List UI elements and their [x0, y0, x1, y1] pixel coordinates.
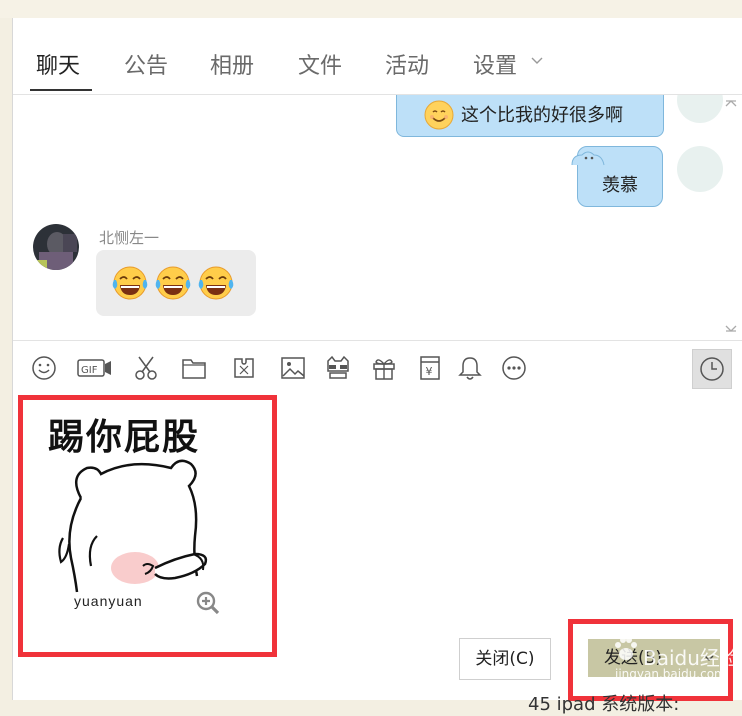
history-button[interactable] — [692, 349, 732, 389]
sticker-image[interactable]: 踢你屁股 yuanyuan — [23, 400, 272, 652]
laugh-cry-emoji-icon — [112, 266, 234, 300]
background-window-strip — [0, 0, 742, 18]
message-list: 这个比我的好很多啊 羡慕 北恻左一 — [13, 95, 742, 340]
bear-sticker-icon — [58, 459, 208, 593]
message-input-area[interactable]: 踢你屁股 yuanyuan 关闭(C) 发送(S) Baidu经验 jingya… — [13, 394, 742, 701]
close-button[interactable]: 关闭(C) — [459, 638, 551, 680]
cat-icon[interactable] — [325, 355, 351, 381]
avatar[interactable] — [33, 224, 79, 270]
sticker-highlight-box: 踢你屁股 yuanyuan — [18, 395, 277, 657]
tab-bar: 聊天 公告 相册 文件 活动 设置 — [13, 18, 742, 95]
watermark-url: jingyan.baidu.com — [615, 667, 726, 681]
scroll-up-icon[interactable] — [724, 97, 738, 111]
tab-settings[interactable]: 设置 — [473, 48, 517, 80]
gift-icon[interactable] — [371, 355, 397, 381]
scroll-down-icon[interactable] — [724, 321, 738, 335]
message-text: 羡慕 — [602, 175, 638, 196]
active-tab-indicator — [30, 89, 92, 91]
svg-text:GIF: GIF — [81, 365, 98, 376]
puzzle-icon[interactable] — [231, 355, 257, 381]
baidu-paw-icon — [615, 637, 637, 660]
zoom-in-icon[interactable] — [195, 590, 221, 616]
message-bubble-outgoing: 这个比我的好很多啊 — [396, 95, 664, 137]
tab-activity[interactable]: 活动 — [385, 48, 429, 80]
sticker-caption: yuanyuan — [74, 593, 143, 609]
gif-icon[interactable]: GIF — [77, 355, 113, 381]
svg-text:¥: ¥ — [426, 365, 433, 378]
smile-emoji-icon — [424, 100, 454, 130]
more-icon[interactable] — [501, 355, 527, 381]
tab-album[interactable]: 相册 — [210, 48, 254, 80]
image-icon[interactable] — [280, 355, 306, 381]
message-bubble-incoming — [96, 250, 256, 316]
scissors-icon[interactable] — [133, 355, 159, 381]
sender-name: 北恻左一 — [99, 229, 160, 247]
money-icon[interactable]: ¥ — [417, 355, 443, 381]
background-text: 45 ipad 系统版本: — [528, 694, 680, 715]
chevron-down-icon[interactable] — [531, 54, 543, 66]
group-chat-window: 聊天 公告 相册 文件 活动 设置 这个比我的好很多啊 羡慕 北恻左一 GIF … — [12, 18, 742, 701]
bubble-ear-icon — [571, 151, 605, 166]
folder-icon[interactable] — [181, 355, 207, 381]
avatar[interactable] — [677, 95, 723, 123]
tab-files[interactable]: 文件 — [298, 48, 342, 80]
input-toolbar: GIF ¥ — [13, 340, 742, 393]
clock-icon — [700, 357, 724, 381]
avatar[interactable] — [677, 146, 723, 192]
message-text: 这个比我的好很多啊 — [461, 105, 623, 126]
bell-icon[interactable] — [457, 355, 483, 381]
smile-icon[interactable] — [31, 355, 57, 381]
message-bubble-outgoing: 羡慕 — [571, 146, 663, 207]
tab-chat[interactable]: 聊天 — [36, 48, 80, 80]
tab-announcement[interactable]: 公告 — [124, 48, 168, 80]
